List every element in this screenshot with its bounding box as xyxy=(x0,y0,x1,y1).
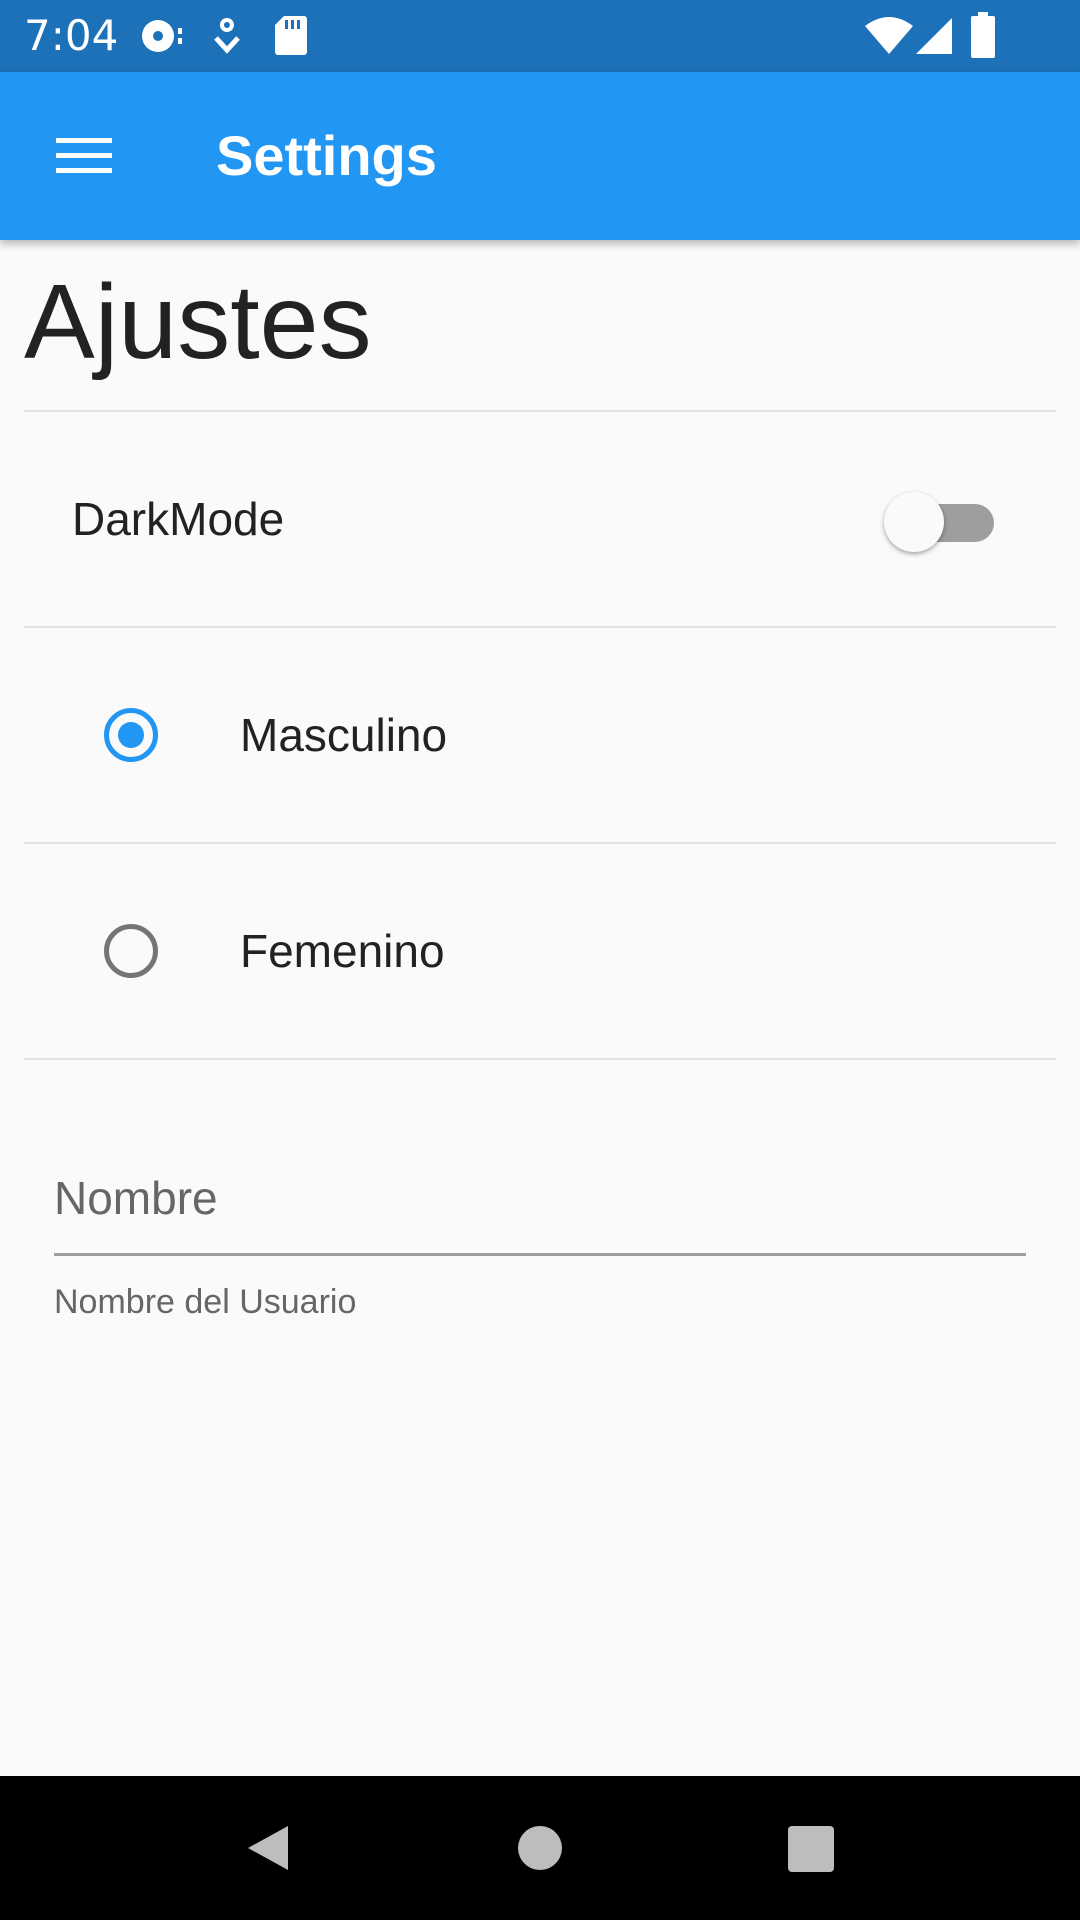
back-icon xyxy=(244,1824,292,1877)
hamburger-menu-icon xyxy=(56,136,112,181)
gender-option-femenino[interactable]: Femenino xyxy=(24,844,1056,1058)
media-icon xyxy=(140,16,184,61)
name-input[interactable] xyxy=(54,1120,1026,1256)
cell-signal-icon xyxy=(914,16,954,61)
battery-icon xyxy=(970,12,996,63)
wifi-icon xyxy=(864,16,914,61)
divider xyxy=(24,1058,1056,1060)
name-helper-text: Nombre del Usuario xyxy=(54,1283,357,1321)
radio-label-femenino: Femenino xyxy=(240,925,445,977)
home-icon xyxy=(518,1826,562,1875)
app-title: Settings xyxy=(216,124,437,187)
menu-button[interactable] xyxy=(28,108,140,204)
recents-button[interactable] xyxy=(760,1798,860,1898)
sd-card-icon xyxy=(274,14,308,61)
app-bar: Settings xyxy=(0,72,1080,240)
recents-icon xyxy=(788,1826,834,1877)
navigation-bar xyxy=(0,1776,1080,1920)
radio-masculino[interactable] xyxy=(104,708,158,762)
home-button[interactable] xyxy=(490,1798,590,1898)
status-time: 7:04 xyxy=(24,11,119,60)
radio-label-masculino: Masculino xyxy=(240,709,448,761)
name-field xyxy=(54,1120,1026,1260)
dark-mode-switch[interactable] xyxy=(884,492,994,552)
page-heading: Ajustes xyxy=(24,263,372,381)
back-button[interactable] xyxy=(218,1798,318,1898)
radio-femenino[interactable] xyxy=(104,924,158,978)
dark-mode-row[interactable]: DarkMode xyxy=(24,412,1056,626)
status-bar: 7:04 xyxy=(0,0,1080,72)
radio-selected-dot xyxy=(118,722,144,748)
gender-option-masculino[interactable]: Masculino xyxy=(24,628,1056,842)
switch-thumb xyxy=(884,492,944,552)
dark-mode-label: DarkMode xyxy=(72,493,285,545)
download-icon xyxy=(212,16,242,61)
